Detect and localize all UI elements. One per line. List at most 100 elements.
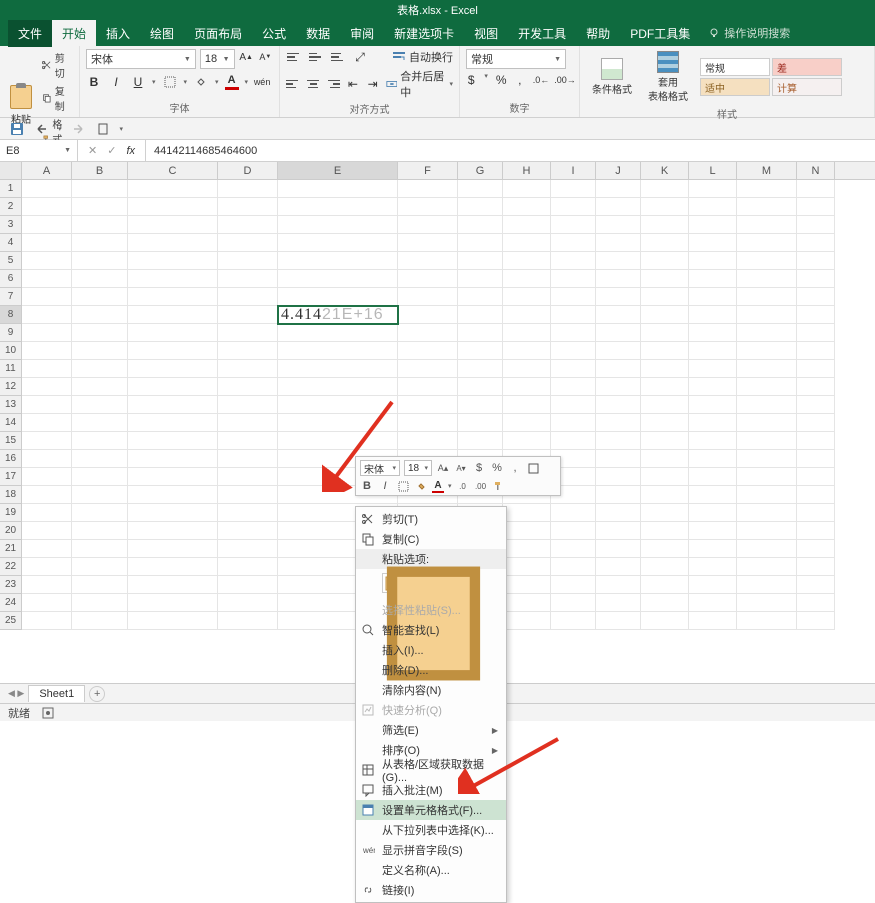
cell[interactable] <box>551 180 596 198</box>
column-header[interactable]: B <box>72 162 128 179</box>
cell[interactable] <box>797 306 835 324</box>
column-header[interactable]: K <box>641 162 689 179</box>
cell[interactable] <box>503 432 551 450</box>
cell[interactable] <box>503 306 551 324</box>
cell[interactable] <box>797 360 835 378</box>
cell[interactable] <box>128 594 218 612</box>
cell[interactable] <box>551 540 596 558</box>
comma-button[interactable]: , <box>515 72 525 88</box>
cell[interactable] <box>689 306 737 324</box>
cell[interactable] <box>551 594 596 612</box>
cell[interactable] <box>596 252 641 270</box>
cell[interactable] <box>641 180 689 198</box>
mini-accounting-button[interactable]: $ <box>472 461 486 475</box>
cell[interactable] <box>689 396 737 414</box>
cell[interactable] <box>22 234 72 252</box>
cell[interactable] <box>218 612 278 630</box>
cell[interactable] <box>797 198 835 216</box>
align-middle-button[interactable] <box>308 49 324 65</box>
column-header[interactable]: E <box>278 162 398 179</box>
cell[interactable] <box>503 198 551 216</box>
style-calc[interactable]: 计算 <box>772 78 842 96</box>
cell[interactable] <box>218 252 278 270</box>
orientation-button[interactable]: ⤢ <box>352 49 368 65</box>
cell[interactable] <box>398 288 458 306</box>
cell[interactable] <box>737 450 797 468</box>
row-header[interactable]: 12 <box>0 378 22 396</box>
cell[interactable] <box>503 360 551 378</box>
cell[interactable] <box>22 432 72 450</box>
cell[interactable] <box>72 288 128 306</box>
cell[interactable] <box>22 288 72 306</box>
cell-styles-gallery[interactable]: 常规 差 适中 计算 <box>698 56 844 98</box>
chevron-down-icon[interactable]: ▾ <box>245 78 249 86</box>
style-normal[interactable]: 常规 <box>700 58 770 76</box>
cell[interactable] <box>689 432 737 450</box>
accounting-format-button[interactable]: $ <box>466 72 476 88</box>
cell[interactable] <box>398 324 458 342</box>
cell[interactable] <box>128 612 218 630</box>
cell[interactable] <box>596 468 641 486</box>
cell[interactable] <box>737 432 797 450</box>
cell[interactable] <box>218 378 278 396</box>
mini-font-color-button[interactable]: A <box>432 480 444 493</box>
cell[interactable] <box>398 252 458 270</box>
cell[interactable] <box>737 342 797 360</box>
mini-increase-font-button[interactable]: A▴ <box>436 461 450 475</box>
cell[interactable] <box>503 414 551 432</box>
cell[interactable] <box>503 324 551 342</box>
cm-link[interactable]: 链接(I) <box>356 880 506 900</box>
cell[interactable] <box>22 468 72 486</box>
cell[interactable] <box>218 432 278 450</box>
cell[interactable] <box>218 288 278 306</box>
cell[interactable] <box>797 378 835 396</box>
italic-button[interactable]: I <box>108 74 124 90</box>
cell[interactable] <box>128 234 218 252</box>
row-header[interactable]: 24 <box>0 594 22 612</box>
cell[interactable] <box>72 576 128 594</box>
cell[interactable] <box>218 450 278 468</box>
cell[interactable] <box>22 378 72 396</box>
mini-format-painter-button[interactable] <box>492 479 506 493</box>
cell[interactable] <box>218 198 278 216</box>
tab-help[interactable]: 帮助 <box>576 20 620 47</box>
row-header[interactable]: 13 <box>0 396 22 414</box>
row-header[interactable]: 3 <box>0 216 22 234</box>
cell[interactable] <box>596 414 641 432</box>
cell[interactable]: 4.41421E+16 <box>278 306 398 324</box>
tab-home[interactable]: 开始 <box>52 20 96 47</box>
cell[interactable] <box>689 270 737 288</box>
increase-decimal-button[interactable]: .0← <box>533 72 549 88</box>
cell[interactable] <box>128 360 218 378</box>
cell[interactable] <box>398 198 458 216</box>
cell[interactable] <box>737 324 797 342</box>
cell[interactable] <box>596 270 641 288</box>
cell[interactable] <box>22 324 72 342</box>
document-icon[interactable] <box>96 122 110 136</box>
cell[interactable] <box>797 396 835 414</box>
tab-file[interactable]: 文件 <box>8 20 52 47</box>
cell[interactable] <box>551 306 596 324</box>
mini-comma-button[interactable]: , <box>508 461 522 475</box>
cm-pick-from-dropdown[interactable]: 从下拉列表中选择(K)... <box>356 820 506 840</box>
cell[interactable] <box>641 216 689 234</box>
cell[interactable] <box>689 594 737 612</box>
row-header[interactable]: 14 <box>0 414 22 432</box>
cell[interactable] <box>737 414 797 432</box>
save-icon[interactable] <box>10 122 24 136</box>
cell[interactable] <box>503 594 551 612</box>
decrease-indent-button[interactable]: ⇤ <box>346 76 360 92</box>
cell[interactable] <box>128 432 218 450</box>
format-as-table-button[interactable]: 套用 表格格式 <box>642 49 694 105</box>
align-left-button[interactable] <box>286 76 300 92</box>
cell[interactable] <box>596 522 641 540</box>
cell[interactable] <box>797 288 835 306</box>
cell[interactable] <box>737 216 797 234</box>
cell[interactable] <box>737 252 797 270</box>
align-center-button[interactable] <box>306 76 320 92</box>
cell[interactable] <box>551 522 596 540</box>
cell[interactable] <box>551 414 596 432</box>
cell[interactable] <box>398 378 458 396</box>
cell[interactable] <box>128 270 218 288</box>
cell[interactable] <box>22 504 72 522</box>
